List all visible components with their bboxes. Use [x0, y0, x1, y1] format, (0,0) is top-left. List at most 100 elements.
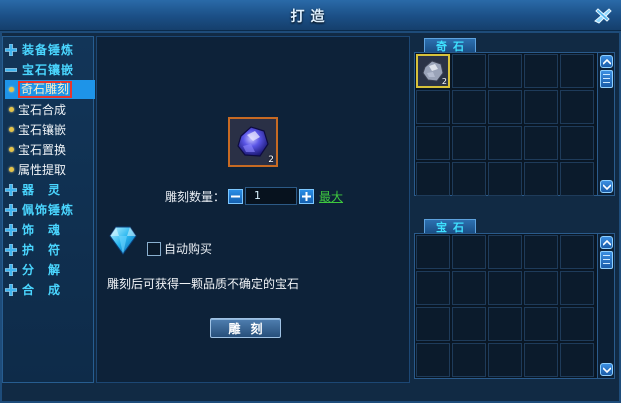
- inventory-slot[interactable]: [560, 162, 594, 196]
- gem-scrollbar[interactable]: [597, 233, 615, 379]
- sidebar-item-label: 属性提取: [18, 163, 67, 177]
- inventory-slot[interactable]: [524, 343, 558, 377]
- inventory-slot[interactable]: [452, 343, 486, 377]
- sidebar-item-label: 分 解: [22, 263, 62, 277]
- scroll-thumb[interactable]: [600, 251, 613, 269]
- inventory-slot[interactable]: [524, 54, 558, 88]
- sidebar-item-label: 器 灵: [22, 183, 62, 197]
- inventory-slot[interactable]: [488, 271, 522, 305]
- plus-icon: [5, 283, 17, 296]
- max-link[interactable]: 最大: [319, 188, 343, 205]
- inventory-slot[interactable]: [452, 126, 486, 160]
- scroll-down-button[interactable]: [600, 180, 613, 193]
- tab-odd-stone[interactable]: 奇石: [424, 38, 476, 53]
- auto-buy-option[interactable]: 自动购买: [147, 240, 212, 257]
- sidebar-item-gem-swap[interactable]: 宝石置换: [9, 140, 66, 159]
- sidebar-item-label: 护 符: [22, 243, 62, 257]
- quantity-label: 雕刻数量：: [165, 189, 226, 204]
- sidebar-item-accessory-forging[interactable]: 佩饰锤炼: [5, 200, 74, 219]
- scroll-up-button[interactable]: [600, 55, 613, 68]
- sidebar-item-equipment-forging[interactable]: 装备锤炼: [5, 40, 74, 59]
- odd-stone-slot[interactable]: 2: [228, 117, 278, 167]
- sidebar-item-gem-synthesis[interactable]: 宝石合成: [9, 100, 66, 119]
- sidebar-item-odd-stone-carving[interactable]: 奇石雕刻: [5, 80, 95, 99]
- inventory-slot[interactable]: [560, 54, 594, 88]
- inventory-slot[interactable]: [488, 307, 522, 341]
- inventory-slot[interactable]: [524, 307, 558, 341]
- inventory-slot-odd-stone[interactable]: 2: [416, 54, 450, 88]
- title-bar: 打造: [0, 0, 621, 31]
- inventory-slot[interactable]: [560, 307, 594, 341]
- odd-stone-scrollbar[interactable]: [597, 52, 615, 196]
- carving-panel: 2 雕刻数量： 1 最大 自动购买 雕刻后可获得一颗品质不确定的宝石 雕刻: [96, 36, 410, 383]
- sidebar-item-combine[interactable]: 合 成: [5, 280, 61, 299]
- inventory-slot[interactable]: [560, 343, 594, 377]
- sidebar-item-ornament-soul[interactable]: 饰 魂: [5, 220, 61, 239]
- inventory-slot[interactable]: [452, 54, 486, 88]
- inventory-slot[interactable]: [488, 54, 522, 88]
- window-title: 打造: [290, 9, 331, 25]
- inventory-slot[interactable]: [416, 307, 450, 341]
- carving-description: 雕刻后可获得一颗品质不确定的宝石: [107, 277, 300, 291]
- inventory-slot[interactable]: [488, 235, 522, 269]
- quantity-row: 雕刻数量： 1 最大: [165, 187, 343, 205]
- sidebar-item-label: 宝石镶嵌: [18, 123, 67, 137]
- blue-gem-icon: [107, 223, 139, 257]
- sidebar-item-label: 合 成: [22, 283, 62, 297]
- inventory-slot[interactable]: [560, 271, 594, 305]
- inventory-slot[interactable]: [524, 271, 558, 305]
- sidebar-item-attribute-extract[interactable]: 属性提取: [9, 160, 66, 179]
- chevron-down-icon: [602, 366, 611, 373]
- scroll-down-button[interactable]: [600, 363, 613, 376]
- scroll-up-button[interactable]: [600, 236, 613, 249]
- inventory-slot[interactable]: [488, 343, 522, 377]
- inventory-slot[interactable]: [416, 126, 450, 160]
- inventory-slot[interactable]: [488, 162, 522, 196]
- inventory-slot[interactable]: [452, 271, 486, 305]
- blue-odd-stone-icon: [237, 126, 269, 157]
- minus-icon: [231, 195, 241, 197]
- inventory-slot[interactable]: [524, 90, 558, 124]
- bullet-icon: [9, 167, 14, 172]
- decrease-button[interactable]: [228, 188, 244, 204]
- inventory-slot[interactable]: [560, 235, 594, 269]
- sidebar-item-gem-embed[interactable]: 宝石镶嵌: [9, 120, 66, 139]
- inventory-slot[interactable]: [524, 162, 558, 196]
- bullet-icon: [9, 147, 14, 152]
- carve-button[interactable]: 雕刻: [210, 318, 281, 338]
- inventory-slot[interactable]: [560, 126, 594, 160]
- increase-button[interactable]: [299, 188, 315, 204]
- slot-count: 2: [441, 77, 447, 86]
- sidebar-item-decompose[interactable]: 分 解: [5, 260, 61, 279]
- inventory-slot[interactable]: [416, 90, 450, 124]
- sidebar-item-weapon-spirit[interactable]: 器 灵: [5, 180, 61, 199]
- inventory-slot[interactable]: [416, 162, 450, 196]
- auto-buy-checkbox[interactable]: [147, 241, 161, 256]
- gem-inventory: 宝石: [412, 219, 617, 381]
- bullet-icon: [9, 107, 14, 112]
- inventory-slot[interactable]: [452, 162, 486, 196]
- inventory-slot[interactable]: [452, 90, 486, 124]
- scroll-thumb[interactable]: [600, 70, 613, 88]
- tab-gem[interactable]: 宝石: [424, 219, 476, 234]
- sidebar-item-gem-inlay[interactable]: 宝石镶嵌: [5, 60, 74, 79]
- plus-icon: [5, 203, 17, 216]
- sidebar-item-label: 饰 魂: [22, 223, 62, 237]
- inventory-slot[interactable]: [416, 271, 450, 305]
- inventory-slot[interactable]: [416, 343, 450, 377]
- inventory-slot[interactable]: [488, 126, 522, 160]
- slot-count: 2: [268, 155, 274, 165]
- bullet-icon: [9, 127, 14, 132]
- sidebar-item-talisman[interactable]: 护 符: [5, 240, 61, 259]
- inventory-slot[interactable]: [416, 235, 450, 269]
- inventory-slot[interactable]: [452, 307, 486, 341]
- auto-buy-label: 自动购买: [164, 242, 213, 256]
- quantity-input[interactable]: 1: [245, 187, 298, 205]
- inventory-slot[interactable]: [560, 90, 594, 124]
- inventory-slot[interactable]: [488, 90, 522, 124]
- inventory-slot[interactable]: [452, 235, 486, 269]
- inventory-slot[interactable]: [524, 235, 558, 269]
- close-icon: [594, 8, 612, 24]
- inventory-slot[interactable]: [524, 126, 558, 160]
- close-button[interactable]: [591, 3, 615, 27]
